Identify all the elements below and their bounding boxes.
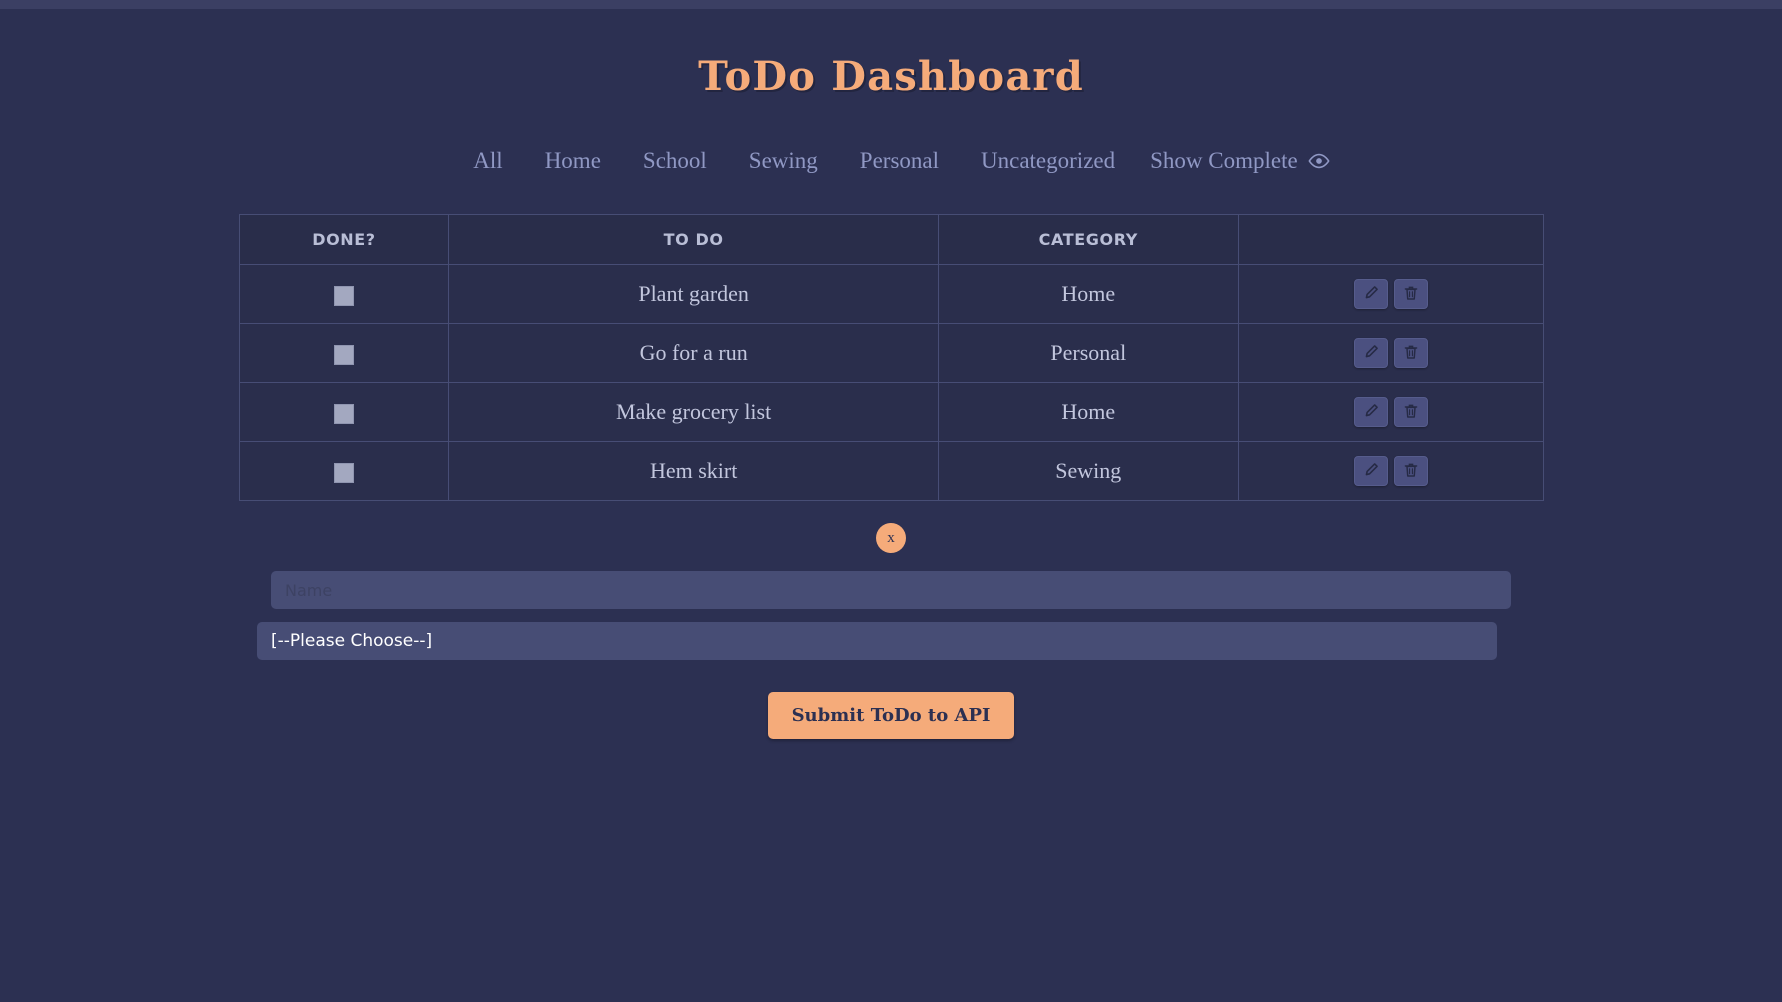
category-filter-nav: All Home School Sewing Personal Uncatego… xyxy=(0,148,1782,174)
row-action-group xyxy=(1247,279,1535,309)
table-row: Make grocery list Home xyxy=(238,382,1544,442)
cell-category: Personal xyxy=(937,323,1239,383)
cell-category: Home xyxy=(937,382,1239,442)
cell-done xyxy=(238,382,450,442)
todo-table: DONE? TO DO CATEGORY Plant garden Home G… xyxy=(238,214,1544,501)
delete-button[interactable] xyxy=(1393,456,1428,486)
pencil-icon xyxy=(1363,281,1379,307)
cell-todo: Go for a run xyxy=(448,323,939,383)
cell-todo: Hem skirt xyxy=(448,441,939,501)
cell-todo: Plant garden xyxy=(448,264,939,324)
edit-button[interactable] xyxy=(1353,279,1388,309)
column-header-done: DONE? xyxy=(238,214,450,265)
submit-todo-button[interactable]: Submit ToDo to API xyxy=(767,692,1015,739)
page-root: ToDo Dashboard All Home School Sewing Pe… xyxy=(0,9,1782,1002)
eye-icon xyxy=(1308,153,1330,169)
trash-icon xyxy=(1403,399,1419,425)
submit-row: Submit ToDo to API xyxy=(271,692,1511,739)
show-complete-label: Show Complete xyxy=(1150,148,1298,173)
done-checkbox[interactable] xyxy=(333,403,354,424)
cell-category: Sewing xyxy=(937,441,1239,501)
cell-category: Home xyxy=(937,264,1239,324)
trash-icon xyxy=(1403,458,1419,484)
cell-actions xyxy=(1237,441,1544,501)
pencil-icon xyxy=(1363,458,1379,484)
pencil-icon xyxy=(1363,340,1379,366)
category-select[interactable]: [--Please Choose--] xyxy=(257,622,1497,660)
row-action-group xyxy=(1247,456,1535,486)
pencil-icon xyxy=(1363,399,1379,425)
edit-button[interactable] xyxy=(1353,456,1388,486)
nav-item-uncategorized[interactable]: Uncategorized xyxy=(960,148,1136,174)
cell-actions xyxy=(1237,323,1544,383)
table-head: DONE? TO DO CATEGORY xyxy=(238,214,1544,265)
page-title: ToDo Dashboard xyxy=(698,53,1084,100)
row-action-group xyxy=(1247,338,1535,368)
name-input[interactable] xyxy=(271,571,1511,609)
done-checkbox[interactable] xyxy=(333,344,354,365)
column-header-category: CATEGORY xyxy=(937,214,1239,265)
nav-item-personal[interactable]: Personal xyxy=(839,148,960,174)
column-header-actions xyxy=(1237,214,1544,265)
delete-button[interactable] xyxy=(1393,279,1428,309)
todo-table-wrapper: DONE? TO DO CATEGORY Plant garden Home G… xyxy=(238,214,1544,501)
delete-button[interactable] xyxy=(1393,397,1428,427)
close-form-row: x xyxy=(0,523,1782,553)
nav-item-home[interactable]: Home xyxy=(524,148,622,174)
nav-item-school[interactable]: School xyxy=(622,148,728,174)
table-row: Hem skirt Sewing xyxy=(238,441,1544,501)
done-checkbox[interactable] xyxy=(333,285,354,306)
show-complete-toggle[interactable]: Show Complete xyxy=(1136,148,1330,174)
row-action-group xyxy=(1247,397,1535,427)
table-header-row: DONE? TO DO CATEGORY xyxy=(238,214,1544,265)
delete-button[interactable] xyxy=(1393,338,1428,368)
table-row: Go for a run Personal xyxy=(238,323,1544,383)
trash-icon xyxy=(1403,340,1419,366)
column-header-todo: TO DO xyxy=(448,214,939,265)
table-row: Plant garden Home xyxy=(238,264,1544,324)
todo-form: [--Please Choose--] Submit ToDo to API xyxy=(257,571,1511,739)
table-body: Plant garden Home Go for a run Personal … xyxy=(238,264,1544,501)
cell-done xyxy=(238,264,450,324)
edit-button[interactable] xyxy=(1353,338,1388,368)
top-strip xyxy=(0,0,1782,9)
done-checkbox[interactable] xyxy=(333,462,354,483)
cell-actions xyxy=(1237,264,1544,324)
close-form-button[interactable]: x xyxy=(876,523,906,553)
cell-done xyxy=(238,441,450,501)
cell-done xyxy=(238,323,450,383)
nav-item-sewing[interactable]: Sewing xyxy=(728,148,839,174)
cell-actions xyxy=(1237,382,1544,442)
edit-button[interactable] xyxy=(1353,397,1388,427)
nav-item-all[interactable]: All xyxy=(452,148,523,174)
trash-icon xyxy=(1403,281,1419,307)
cell-todo: Make grocery list xyxy=(448,382,939,442)
